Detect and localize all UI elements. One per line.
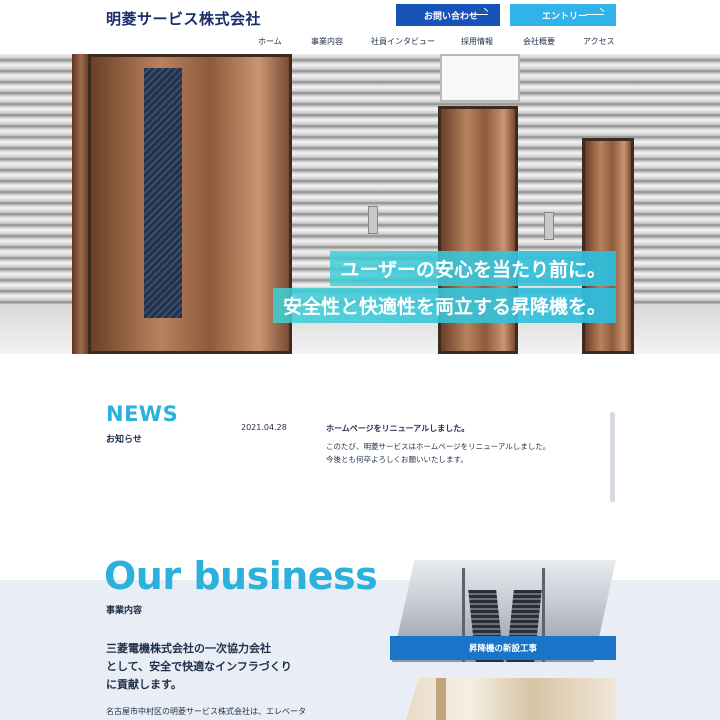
hero-tagline-2: 安全性と快適性を両立する昇降機を。 (272, 288, 616, 323)
news-body-line: このたび、明菱サービスはホームページをリニューアルしました。 (326, 442, 551, 451)
global-nav: ホーム 事業内容 社員インタビュー 採用情報 会社概要 アクセス (0, 36, 720, 48)
business-lead-line: に貢献します。 (106, 678, 182, 691)
business-lead-line: 三菱電機株式会社の一次協力会社 (106, 642, 271, 655)
nav-item-interview[interactable]: 社員インタビュー (371, 36, 435, 47)
elevator-door (88, 54, 292, 354)
news-headline[interactable]: ホームページをリニューアルしました。 (326, 423, 469, 434)
entry-button[interactable]: エントリー (510, 4, 616, 26)
elevator-photo[interactable] (406, 678, 616, 720)
business-subtitle: 事業内容 (106, 606, 143, 616)
contact-button-label: お問い合わせ (424, 11, 479, 22)
nav-item-recruit[interactable]: 採用情報 (461, 36, 493, 47)
news-body: このたび、明菱サービスはホームページをリニューアルしました。 今後とも何卒よろし… (326, 440, 550, 466)
site-header: 明菱サービス株式会社 お問い合わせ エントリー ホーム 事業内容 社員インタビュ… (0, 0, 720, 54)
floor-display (440, 54, 520, 102)
nav-item-access[interactable]: アクセス (583, 36, 615, 47)
arrow-right-icon (586, 14, 604, 15)
news-title: NEWS (106, 402, 179, 426)
nav-item-home[interactable]: ホーム (258, 36, 282, 47)
nav-item-company[interactable]: 会社概要 (523, 36, 555, 47)
entry-button-label: エントリー (542, 11, 588, 22)
site-logo[interactable]: 明菱サービス株式会社 (106, 8, 261, 29)
business-lead-line: として、安全で快適なインフラづくり (106, 660, 292, 673)
elevator-interior (144, 68, 182, 318)
news-body-line: 今後とも何卒よろしくお願いいたします。 (326, 455, 468, 464)
business-card-label[interactable]: 昇降機の新設工事 (390, 636, 616, 660)
call-button-panel (368, 206, 378, 234)
contact-button[interactable]: お問い合わせ (396, 4, 500, 26)
elevator-door-edge (436, 678, 446, 720)
call-button-panel (544, 212, 554, 240)
news-scrollbar[interactable] (610, 412, 615, 502)
news-date: 2021.04.28 (241, 423, 287, 432)
business-title: Our business (104, 554, 378, 598)
hero-tagline-1: ユーザーの安心を当たり前に。 (330, 251, 616, 286)
news-subtitle: お知らせ (106, 435, 142, 445)
hero-image: ユーザーの安心を当たり前に。 安全性と快適性を両立する昇降機を。 (0, 54, 720, 354)
business-lead: 三菱電機株式会社の一次協力会社 として、安全で快適なインフラづくり に貢献します… (106, 640, 292, 694)
business-description: 名古屋市中村区の明菱サービス株式会社は、エレベータ (106, 707, 306, 716)
arrow-right-icon (470, 14, 488, 15)
nav-item-business[interactable]: 事業内容 (311, 36, 343, 47)
